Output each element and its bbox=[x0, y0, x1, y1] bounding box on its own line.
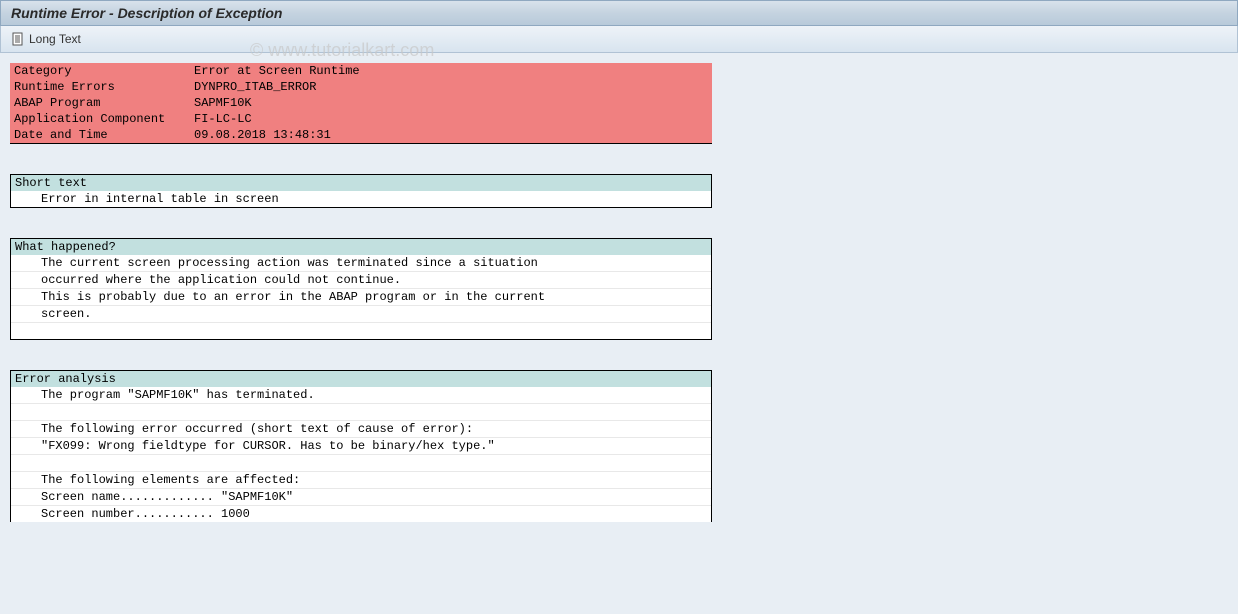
info-table: CategoryError at Screen RuntimeRuntime E… bbox=[10, 63, 712, 144]
section-line: The following elements are affected: bbox=[11, 472, 711, 489]
section-body: The program "SAPMF10K" has terminated. T… bbox=[11, 387, 711, 522]
what-happened-section: What happened? The current screen proces… bbox=[10, 238, 712, 340]
info-row: CategoryError at Screen Runtime bbox=[10, 63, 712, 79]
section-header: Error analysis bbox=[11, 371, 711, 387]
info-label: ABAP Program bbox=[10, 95, 190, 111]
section-header: What happened? bbox=[11, 239, 711, 255]
info-row: Runtime ErrorsDYNPRO_ITAB_ERROR bbox=[10, 79, 712, 95]
section-header: Short text bbox=[11, 175, 711, 191]
info-label: Category bbox=[10, 63, 190, 79]
info-value: SAPMF10K bbox=[190, 95, 712, 111]
short-text-section: Short text Error in internal table in sc… bbox=[10, 174, 712, 208]
error-analysis-section: Error analysis The program "SAPMF10K" ha… bbox=[10, 370, 712, 522]
section-line: The program "SAPMF10K" has terminated. bbox=[11, 387, 711, 404]
section-body: The current screen processing action was… bbox=[11, 255, 711, 339]
section-line bbox=[11, 323, 711, 339]
section-line: The current screen processing action was… bbox=[11, 255, 711, 272]
section-line: screen. bbox=[11, 306, 711, 323]
info-value: 09.08.2018 13:48:31 bbox=[190, 127, 712, 144]
section-line: Error in internal table in screen bbox=[11, 191, 711, 207]
section-line: Screen name............. "SAPMF10K" bbox=[11, 489, 711, 506]
info-label: Application Component bbox=[10, 111, 190, 127]
section-line: The following error occurred (short text… bbox=[11, 421, 711, 438]
info-label: Runtime Errors bbox=[10, 79, 190, 95]
info-label: Date and Time bbox=[10, 127, 190, 144]
info-value: DYNPRO_ITAB_ERROR bbox=[190, 79, 712, 95]
info-row: Date and Time09.08.2018 13:48:31 bbox=[10, 127, 712, 144]
info-row: ABAP ProgramSAPMF10K bbox=[10, 95, 712, 111]
long-text-button[interactable]: Long Text bbox=[11, 32, 81, 46]
toolbar: Long Text bbox=[0, 26, 1238, 53]
section-line: occurred where the application could not… bbox=[11, 272, 711, 289]
section-line bbox=[11, 404, 711, 421]
title-bar: Runtime Error - Description of Exception bbox=[0, 0, 1238, 26]
document-icon bbox=[11, 32, 25, 46]
section-line: "FX099: Wrong fieldtype for CURSOR. Has … bbox=[11, 438, 711, 455]
info-value: FI-LC-LC bbox=[190, 111, 712, 127]
page-title: Runtime Error - Description of Exception bbox=[11, 5, 282, 21]
section-line: Screen number........... 1000 bbox=[11, 506, 711, 522]
info-row: Application ComponentFI-LC-LC bbox=[10, 111, 712, 127]
info-value: Error at Screen Runtime bbox=[190, 63, 712, 79]
long-text-label: Long Text bbox=[29, 32, 81, 46]
section-line bbox=[11, 455, 711, 472]
content-area: CategoryError at Screen RuntimeRuntime E… bbox=[0, 53, 1238, 522]
section-body: Error in internal table in screen bbox=[11, 191, 711, 207]
section-line: This is probably due to an error in the … bbox=[11, 289, 711, 306]
